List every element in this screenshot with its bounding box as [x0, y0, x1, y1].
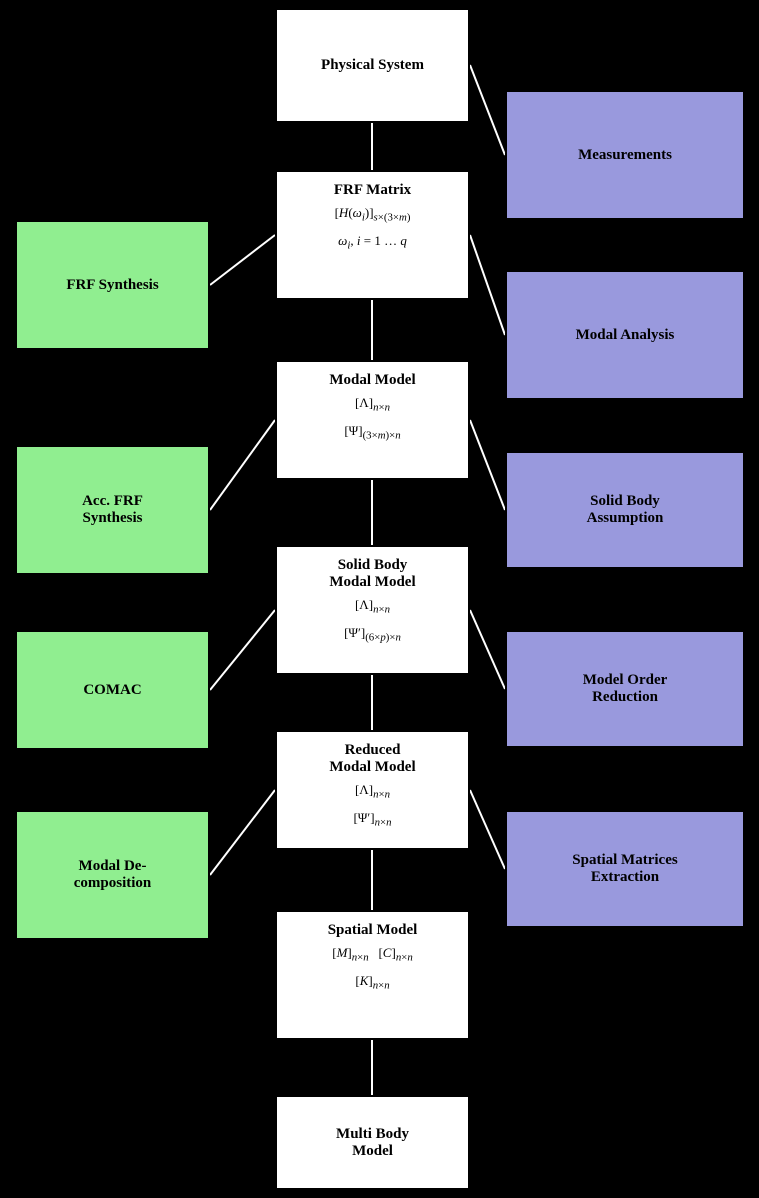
- frf-matrix-box: FRF Matrix [H(ωi)]s×(3×m) ωi, i = 1 … q: [275, 170, 470, 300]
- reduced-modal-title: ReducedModal Model: [285, 742, 460, 776]
- spatial-model-math2: [K]n×n: [285, 971, 460, 995]
- acc-frf-synthesis-box: Acc. FRFSynthesis: [15, 445, 210, 575]
- spatial-model-box: Spatial Model [M]n×n [C]n×n [K]n×n: [275, 910, 470, 1040]
- spatial-matrices-extraction-title: Spatial MatricesExtraction: [572, 852, 677, 886]
- measurements-box: Measurements: [505, 90, 745, 220]
- solid-body-modal-math2: [Ψ′](6×p)×n: [285, 623, 460, 647]
- reduced-modal-model-box: ReducedModal Model [Λ]n×n [Ψ′]n×n: [275, 730, 470, 850]
- spatial-model-title: Spatial Model: [285, 922, 460, 939]
- modal-decomposition-title: Modal De-composition: [74, 858, 152, 892]
- solid-body-assumption-title: Solid BodyAssumption: [587, 493, 664, 527]
- modal-decomposition-box: Modal De-composition: [15, 810, 210, 940]
- multi-body-model-box: Multi BodyModel: [275, 1095, 470, 1190]
- comac-box: COMAC: [15, 630, 210, 750]
- frf-matrix-title: FRF Matrix: [285, 182, 460, 199]
- solid-body-modal-math1: [Λ]n×n: [285, 595, 460, 619]
- spatial-matrices-extraction-box: Spatial MatricesExtraction: [505, 810, 745, 928]
- multi-body-title: Multi BodyModel: [336, 1126, 409, 1160]
- diagram-container: Physical System FRF Matrix [H(ωi)]s×(3×m…: [0, 0, 759, 1198]
- physical-system-title: Physical System: [321, 57, 424, 74]
- solid-body-modal-title: Solid BodyModal Model: [285, 557, 460, 591]
- acc-frf-synthesis-title: Acc. FRFSynthesis: [82, 493, 143, 527]
- model-order-reduction-box: Model OrderReduction: [505, 630, 745, 748]
- reduced-modal-math2: [Ψ′]n×n: [285, 808, 460, 832]
- modal-analysis-box: Modal Analysis: [505, 270, 745, 400]
- frf-matrix-math1: [H(ωi)]s×(3×m): [285, 203, 460, 227]
- reduced-modal-math1: [Λ]n×n: [285, 780, 460, 804]
- solid-body-modal-model-box: Solid BodyModal Model [Λ]n×n [Ψ′](6×p)×n: [275, 545, 470, 675]
- spatial-model-math1: [M]n×n [C]n×n: [285, 943, 460, 967]
- frf-synthesis-box: FRF Synthesis: [15, 220, 210, 350]
- measurements-title: Measurements: [578, 147, 672, 164]
- modal-analysis-title: Modal Analysis: [576, 327, 675, 344]
- modal-model-math2: [Ψ](3×m)×n: [285, 421, 460, 445]
- frf-synthesis-title: FRF Synthesis: [66, 277, 158, 294]
- modal-model-title: Modal Model: [285, 372, 460, 389]
- comac-title: COMAC: [83, 682, 141, 699]
- model-order-reduction-title: Model OrderReduction: [583, 672, 668, 706]
- modal-model-math1: [Λ]n×n: [285, 393, 460, 417]
- physical-system-box: Physical System: [275, 8, 470, 123]
- modal-model-box: Modal Model [Λ]n×n [Ψ](3×m)×n: [275, 360, 470, 480]
- solid-body-assumption-box: Solid BodyAssumption: [505, 451, 745, 569]
- frf-matrix-math2: ωi, i = 1 … q: [285, 231, 460, 255]
